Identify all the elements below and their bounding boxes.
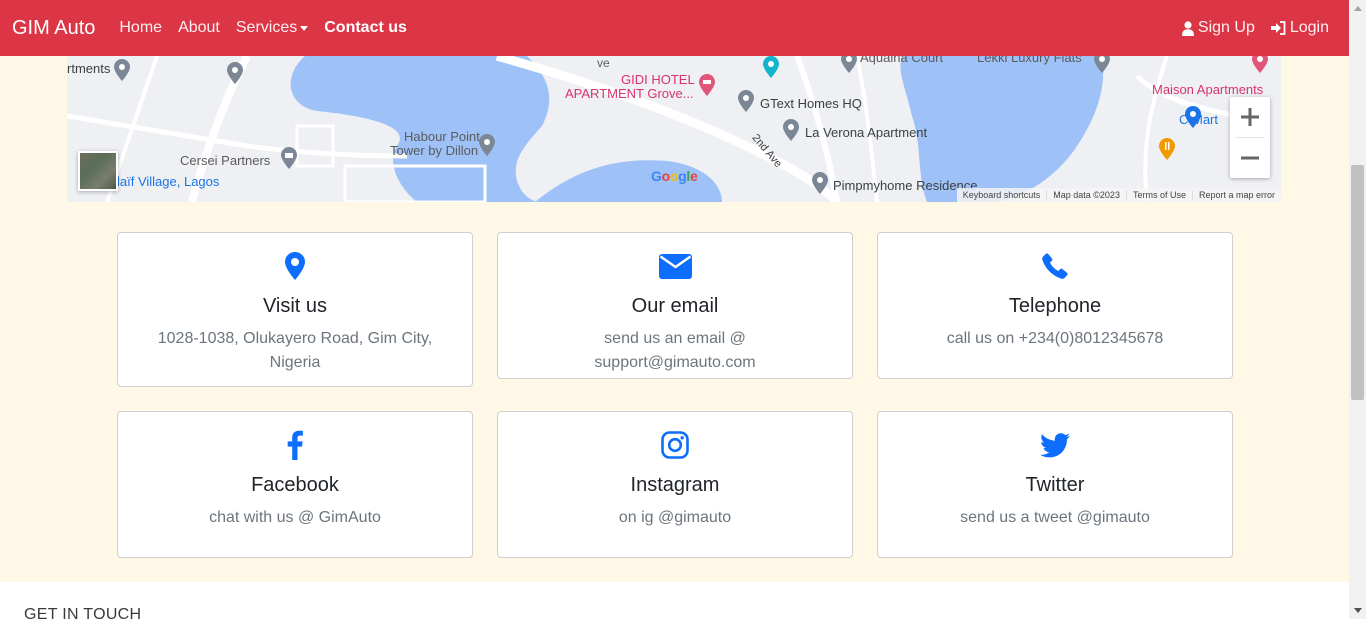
map-label: APARTMENT Grove... xyxy=(565,86,694,101)
caret-down-icon xyxy=(300,25,309,31)
map-pin-icon[interactable] xyxy=(738,90,754,112)
location-pin-icon xyxy=(118,250,472,282)
card-title: Visit us xyxy=(262,295,328,317)
terms-of-use-link[interactable]: Terms of Use xyxy=(1125,190,1192,200)
card-text[interactable]: send us a tweet @gimauto xyxy=(878,506,1232,530)
contact-section: rtments ve GIDI HOTEL APARTMENT Grove...… xyxy=(0,56,1349,582)
card-title: Twitter xyxy=(1025,474,1085,496)
zoom-out-button[interactable] xyxy=(1230,138,1270,178)
login-label: Login xyxy=(1289,19,1329,36)
signup-label: Sign Up xyxy=(1197,19,1255,36)
nav-home[interactable]: Home xyxy=(119,19,162,37)
login-link[interactable]: Login xyxy=(1270,19,1329,37)
satellite-toggle[interactable] xyxy=(78,151,118,191)
zoom-control xyxy=(1230,97,1270,178)
phone-icon xyxy=(878,250,1232,282)
map-label: Aquaina Court xyxy=(860,56,944,65)
card-twitter: Twitter send us a tweet @gimauto xyxy=(877,411,1233,558)
card-text[interactable]: send us an email @ support@gimauto.com xyxy=(498,327,852,375)
card-title: Telephone xyxy=(1008,295,1102,317)
map-label: Lekki Luxury Flats xyxy=(977,56,1082,65)
scroll-up-arrow-icon[interactable] xyxy=(1349,0,1366,17)
envelope-icon xyxy=(498,250,852,282)
card-text[interactable]: on ig @gimauto xyxy=(498,506,852,530)
map-label: Maison Apartments xyxy=(1152,82,1264,97)
card-telephone: Telephone call us on +234(0)8012345678 xyxy=(877,232,1233,379)
map-pin-icon[interactable] xyxy=(1094,56,1110,73)
page-scrollbar[interactable] xyxy=(1349,0,1366,619)
card-title: Instagram xyxy=(630,474,720,496)
map-label: rtments xyxy=(67,61,111,76)
car-pin-icon[interactable] xyxy=(763,56,779,78)
card-title: Facebook xyxy=(251,474,339,496)
card-text[interactable]: call us on +234(0)8012345678 xyxy=(878,327,1232,351)
map-pin-icon[interactable] xyxy=(227,62,243,84)
scroll-thumb[interactable] xyxy=(1351,165,1364,400)
restaurant-pin-icon[interactable] xyxy=(1159,138,1175,160)
map-label: La Verona Apartment xyxy=(805,125,928,140)
map-pin-icon[interactable] xyxy=(783,119,799,141)
card-visit-us: Visit us 1028-1038, Olukayero Road, Gim … xyxy=(117,232,473,387)
map-label: GIDI HOTEL xyxy=(621,72,695,87)
zoom-in-button[interactable] xyxy=(1230,97,1270,137)
google-map[interactable]: rtments ve GIDI HOTEL APARTMENT Grove...… xyxy=(67,56,1281,202)
map-pin-icon[interactable] xyxy=(114,59,130,81)
hotel-pin-icon[interactable] xyxy=(1252,56,1268,73)
nav-services-dropdown[interactable]: Services xyxy=(235,19,309,37)
instagram-icon xyxy=(498,429,852,461)
hotel-pin-icon[interactable] xyxy=(699,74,715,96)
map-label: Habour Point xyxy=(404,129,480,144)
nav-services-label: Services xyxy=(235,19,298,36)
map-label: Tower by Dillon xyxy=(390,143,479,158)
card-instagram: Instagram on ig @gimauto xyxy=(497,411,853,558)
map-pin-icon[interactable] xyxy=(479,134,495,156)
map-label: ve xyxy=(597,56,610,70)
bank-pin-icon[interactable] xyxy=(281,147,297,169)
plus-icon xyxy=(1241,108,1259,126)
card-text: 1028-1038, Olukayero Road, Gim City, Nig… xyxy=(157,330,433,371)
card-title: Our email xyxy=(631,295,719,317)
twitter-icon xyxy=(878,429,1232,461)
card-facebook: Facebook chat with us @ GimAuto xyxy=(117,411,473,558)
sign-in-icon xyxy=(1270,21,1286,35)
get-in-touch-heading: GET IN TOUCH xyxy=(24,606,142,619)
map-footer: Keyboard shortcuts Map data ©2023 Terms … xyxy=(956,188,1281,202)
keyboard-shortcuts-link[interactable]: Keyboard shortcuts xyxy=(957,190,1047,200)
map-label: GText Homes HQ xyxy=(760,96,862,111)
shop-pin-icon[interactable] xyxy=(1185,106,1201,128)
google-logo: Google xyxy=(651,168,698,184)
map-data-label: Map data ©2023 xyxy=(1046,190,1126,200)
navbar: GIM Auto Home About Services Contact us … xyxy=(0,0,1349,56)
signup-link[interactable]: Sign Up xyxy=(1181,19,1255,37)
map-label: laïf Village, Lagos xyxy=(117,174,220,189)
map-pin-icon[interactable] xyxy=(841,56,857,73)
nav-auth: Sign Up Login xyxy=(1166,19,1329,37)
facebook-icon xyxy=(118,429,472,461)
scroll-down-arrow-icon[interactable] xyxy=(1349,602,1366,619)
brand-logo[interactable]: GIM Auto xyxy=(12,17,95,40)
card-text[interactable]: chat with us @ GimAuto xyxy=(118,506,472,530)
nav-about[interactable]: About xyxy=(178,19,220,37)
user-icon xyxy=(1181,20,1194,36)
report-map-error-link[interactable]: Report a map error xyxy=(1191,190,1281,200)
map-label: Cersei Partners xyxy=(180,153,271,168)
nav-contact-us[interactable]: Contact us xyxy=(324,19,407,37)
card-our-email: Our email send us an email @ support@gim… xyxy=(497,232,853,379)
map-pin-icon[interactable] xyxy=(812,172,828,194)
minus-icon xyxy=(1241,156,1259,160)
